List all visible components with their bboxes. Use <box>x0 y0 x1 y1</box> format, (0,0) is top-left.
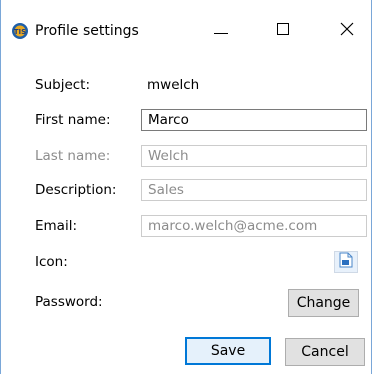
email-label: Email: <box>35 218 78 234</box>
change-password-button[interactable]: Change <box>288 289 359 317</box>
email-field: marco.welch@acme.com <box>141 215 367 237</box>
first-name-field[interactable]: Marco <box>141 109 367 131</box>
icon-picker-button[interactable] <box>334 251 358 273</box>
minimize-button[interactable] <box>199 18 243 44</box>
minimize-icon <box>214 23 228 39</box>
first-name-label: First name: <box>35 112 111 128</box>
maximize-icon <box>277 23 289 39</box>
icon-label: Icon: <box>35 254 68 270</box>
password-label: Password: <box>35 294 103 310</box>
save-button[interactable]: Save <box>185 337 271 365</box>
close-button[interactable] <box>325 18 369 44</box>
last-name-label: Last name: <box>35 148 111 164</box>
description-label: Description: <box>35 182 117 198</box>
close-icon <box>340 22 354 40</box>
document-icon <box>339 252 353 272</box>
last-name-field: Welch <box>141 145 367 167</box>
subject-value: mwelch <box>147 77 200 93</box>
cancel-button[interactable]: Cancel <box>285 338 365 366</box>
subject-label: Subject: <box>35 77 91 93</box>
svg-text:TIS: TIS <box>14 28 26 36</box>
title-bar[interactable]: TIS Profile settings <box>1 0 371 60</box>
profile-settings-window: TIS Profile settings Subject: mwelch Fir… <box>0 0 372 374</box>
window-title: Profile settings <box>35 23 139 39</box>
app-logo-icon: TIS <box>10 22 30 40</box>
description-field: Sales <box>141 179 367 201</box>
maximize-button[interactable] <box>261 18 305 44</box>
